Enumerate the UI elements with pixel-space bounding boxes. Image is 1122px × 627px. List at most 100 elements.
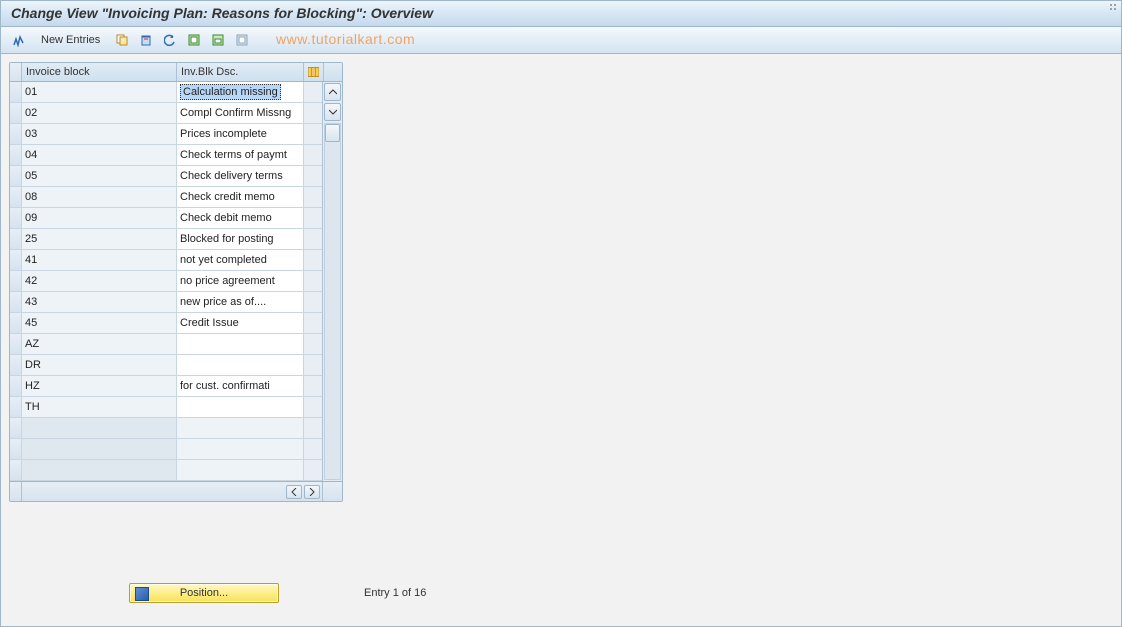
position-button[interactable]: Position... xyxy=(129,583,279,603)
scroll-left-button[interactable] xyxy=(286,485,302,499)
invoice-block-cell[interactable]: DR xyxy=(22,355,177,375)
invoice-block-cell[interactable]: 03 xyxy=(22,124,177,144)
invoice-block-cell[interactable]: 04 xyxy=(22,145,177,165)
inv-blk-dsc-cell[interactable]: Blocked for posting xyxy=(177,229,304,249)
table-body: 01Calculation missing02Compl Confirm Mis… xyxy=(10,82,342,481)
select-all-button[interactable] xyxy=(184,30,204,50)
new-entries-label: New Entries xyxy=(41,34,100,46)
footer-bar: Position... Entry 1 of 16 xyxy=(1,578,1121,608)
table-row[interactable]: 02Compl Confirm Missng xyxy=(10,103,322,124)
row-selector[interactable] xyxy=(10,145,22,165)
row-selector[interactable] xyxy=(10,355,22,375)
table-row[interactable]: 08Check credit memo xyxy=(10,187,322,208)
table-header-row: Invoice block Inv.Blk Dsc. xyxy=(10,63,342,82)
row-selector[interactable] xyxy=(10,313,22,333)
chevron-right-icon xyxy=(309,488,315,496)
table-row[interactable]: 01Calculation missing xyxy=(10,82,322,103)
row-selector[interactable] xyxy=(10,397,22,417)
table-row[interactable]: TH xyxy=(10,397,322,418)
select-block-button[interactable] xyxy=(208,30,228,50)
inv-blk-dsc-cell[interactable]: Calculation missing xyxy=(177,82,304,102)
scroll-down-button[interactable] xyxy=(324,103,341,121)
row-selector[interactable] xyxy=(10,208,22,228)
invoice-block-cell[interactable]: 02 xyxy=(22,103,177,123)
column-header-inv-blk-dsc[interactable]: Inv.Blk Dsc. xyxy=(177,63,304,81)
invoice-block-cell[interactable]: 45 xyxy=(22,313,177,333)
undo-button[interactable] xyxy=(160,30,180,50)
row-selector[interactable] xyxy=(10,124,22,144)
row-selector[interactable] xyxy=(10,166,22,186)
invoice-block-cell[interactable]: 09 xyxy=(22,208,177,228)
toolbar: New Entries www.tutorialkart.com xyxy=(1,27,1121,54)
table-row-empty xyxy=(10,439,322,460)
inv-blk-dsc-cell[interactable]: Check terms of paymt xyxy=(177,145,304,165)
row-selector[interactable] xyxy=(10,82,22,102)
inv-blk-dsc-cell[interactable]: no price agreement xyxy=(177,271,304,291)
row-selector[interactable] xyxy=(10,376,22,396)
row-selector[interactable] xyxy=(10,334,22,354)
inv-blk-dsc-cell[interactable]: Check delivery terms xyxy=(177,166,304,186)
table-row[interactable]: 41not yet completed xyxy=(10,250,322,271)
table-row[interactable]: 05Check delivery terms xyxy=(10,166,322,187)
invoice-block-cell[interactable]: 08 xyxy=(22,187,177,207)
scroll-thumb[interactable] xyxy=(325,124,340,142)
inv-blk-dsc-cell[interactable] xyxy=(177,397,304,417)
table-row[interactable]: 43new price as of.... xyxy=(10,292,322,313)
inv-blk-dsc-cell[interactable]: Compl Confirm Missng xyxy=(177,103,304,123)
inv-blk-dsc-cell[interactable]: not yet completed xyxy=(177,250,304,270)
column-header-invoice-block[interactable]: Invoice block xyxy=(22,63,177,81)
row-selector[interactable] xyxy=(10,250,22,270)
inv-blk-dsc-cell[interactable]: Credit Issue xyxy=(177,313,304,333)
deselect-all-button[interactable] xyxy=(232,30,252,50)
inv-blk-dsc-cell[interactable]: for cust. confirmati xyxy=(177,376,304,396)
inv-blk-dsc-cell[interactable]: Check credit memo xyxy=(177,187,304,207)
table-row[interactable]: 25Blocked for posting xyxy=(10,229,322,250)
table-config-button[interactable] xyxy=(304,63,324,81)
row-selector[interactable] xyxy=(10,103,22,123)
invoice-block-cell[interactable]: 41 xyxy=(22,250,177,270)
inv-blk-dsc-cell[interactable]: Check debit memo xyxy=(177,208,304,228)
table-row[interactable]: 03Prices incomplete xyxy=(10,124,322,145)
table-row[interactable]: HZfor cust. confirmati xyxy=(10,376,322,397)
inv-blk-dsc-cell[interactable] xyxy=(177,355,304,375)
row-selector[interactable] xyxy=(10,229,22,249)
table-grid: Invoice block Inv.Blk Dsc. 01Calculation… xyxy=(9,62,343,502)
copy-as-button[interactable] xyxy=(112,30,132,50)
invoice-block-cell[interactable]: 25 xyxy=(22,229,177,249)
invoice-block-cell[interactable]: HZ xyxy=(22,376,177,396)
position-label: Position... xyxy=(180,587,228,599)
invoice-block-cell[interactable]: 05 xyxy=(22,166,177,186)
invoice-block-cell[interactable]: TH xyxy=(22,397,177,417)
new-entries-button[interactable]: New Entries xyxy=(33,32,108,48)
invoice-block-cell[interactable]: 43 xyxy=(22,292,177,312)
scroll-track[interactable] xyxy=(324,123,341,480)
table-row-empty xyxy=(10,418,322,439)
scroll-up-button[interactable] xyxy=(324,83,341,101)
header-select-all[interactable] xyxy=(10,63,22,81)
row-selector[interactable] xyxy=(10,271,22,291)
scroll-right-button[interactable] xyxy=(304,485,320,499)
inv-blk-dsc-cell[interactable]: new price as of.... xyxy=(177,292,304,312)
table-row[interactable]: 04Check terms of paymt xyxy=(10,145,322,166)
table-row[interactable]: 45Credit Issue xyxy=(10,313,322,334)
invoice-block-cell[interactable]: AZ xyxy=(22,334,177,354)
row-selector[interactable] xyxy=(10,292,22,312)
table-row[interactable]: 42no price agreement xyxy=(10,271,322,292)
table-row[interactable]: DR xyxy=(10,355,322,376)
inv-blk-dsc-cell[interactable] xyxy=(177,334,304,354)
vertical-scrollbar[interactable] xyxy=(322,82,342,481)
chevron-left-icon xyxy=(291,488,297,496)
table-rows-container: 01Calculation missing02Compl Confirm Mis… xyxy=(10,82,322,481)
chevron-down-icon xyxy=(329,109,337,115)
invoice-block-cell[interactable]: 42 xyxy=(22,271,177,291)
window-grip-icon xyxy=(1109,3,1119,13)
invoice-block-cell[interactable]: 01 xyxy=(22,82,177,102)
table-row[interactable]: AZ xyxy=(10,334,322,355)
change-display-button[interactable] xyxy=(9,30,29,50)
row-selector[interactable] xyxy=(10,187,22,207)
inv-blk-dsc-cell[interactable]: Prices incomplete xyxy=(177,124,304,144)
table-row-empty xyxy=(10,460,322,481)
table-row[interactable]: 09Check debit memo xyxy=(10,208,322,229)
horizontal-scrollbar[interactable] xyxy=(22,482,322,501)
delete-button[interactable] xyxy=(136,30,156,50)
